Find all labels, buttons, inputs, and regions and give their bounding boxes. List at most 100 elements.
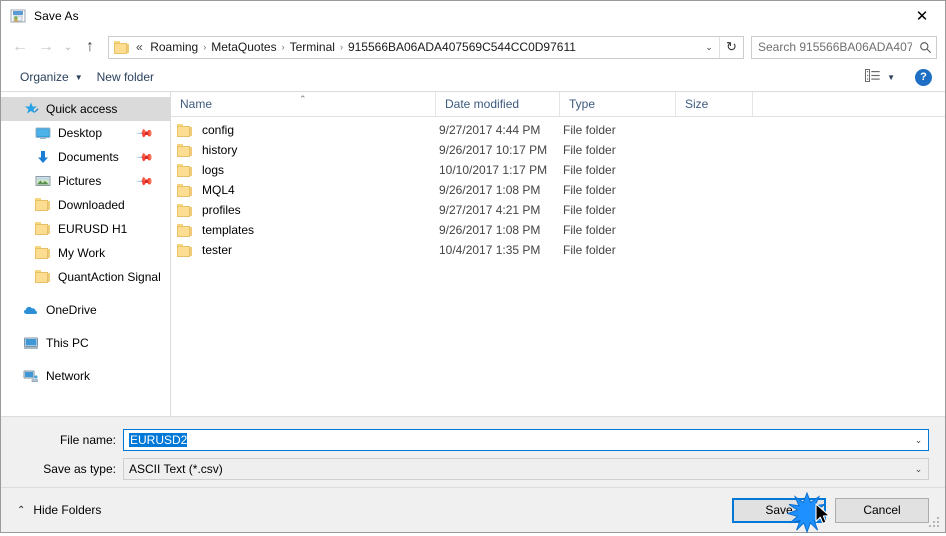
file-name-cell: tester	[171, 243, 436, 257]
new-folder-label: New folder	[96, 70, 154, 84]
command-bar-right: ▼ ?	[859, 66, 937, 88]
sidebar-item-onedrive[interactable]: OneDrive	[1, 298, 170, 322]
table-row[interactable]: MQL4 9/26/2017 1:08 PM File folder	[171, 180, 945, 200]
action-bar: ⌃ Hide Folders Save Cancel	[1, 487, 945, 532]
help-button[interactable]: ?	[915, 68, 932, 86]
pin-icon[interactable]: 📌	[136, 148, 155, 166]
pin-icon[interactable]: 📌	[136, 124, 155, 142]
sidebar-item-pictures[interactable]: Pictures 📌	[1, 169, 170, 193]
table-row[interactable]: history 9/26/2017 10:17 PM File folder	[171, 140, 945, 160]
file-name-label: config	[202, 123, 235, 137]
chevron-down-icon[interactable]: ⌄	[909, 464, 928, 475]
back-button[interactable]: ←	[7, 34, 33, 60]
network-icon	[23, 368, 39, 384]
breadcrumb-item-metaquotes[interactable]: MetaQuotes	[207, 40, 280, 54]
sidebar-item-documents[interactable]: Documents 📌	[1, 145, 170, 169]
refresh-icon[interactable]: ↻	[720, 37, 743, 58]
organize-label: Organize	[20, 70, 69, 84]
save-as-type-select[interactable]: ASCII Text (*.csv) ⌄	[123, 458, 929, 480]
folder-icon	[177, 183, 193, 197]
column-header-date-modified[interactable]: Date modified	[436, 92, 560, 116]
sidebar-item-eurusd-h1[interactable]: EURUSD H1	[1, 217, 170, 241]
file-name-label: profiles	[202, 203, 241, 217]
folder-icon	[177, 163, 193, 177]
this-pc-icon	[23, 335, 39, 351]
sidebar-item-network[interactable]: Network	[1, 364, 170, 388]
file-list-pane: ⌃ Name Date modified Type Size config 9/…	[171, 92, 945, 416]
search-icon[interactable]	[914, 37, 936, 57]
address-dropdown-icon[interactable]: ⌄	[699, 37, 719, 58]
type-cell: File folder	[563, 243, 616, 257]
breadcrumb-item-roaming[interactable]: Roaming	[146, 40, 202, 54]
close-icon[interactable]: ✕	[899, 1, 945, 31]
organize-button[interactable]: Organize ▼	[13, 67, 90, 87]
navigation-sidebar: Quick access Desktop 📌 Documents 📌 Pictu…	[1, 92, 171, 416]
save-as-type-row: Save as type: ASCII Text (*.csv) ⌄	[1, 458, 945, 480]
hide-folders-label: Hide Folders	[33, 503, 102, 517]
save-as-type-label: Save as type:	[43, 462, 116, 476]
breadcrumb-overflow[interactable]: «	[134, 40, 146, 54]
type-cell: File folder	[563, 223, 616, 237]
date-modified-cell: 9/26/2017 1:08 PM	[439, 223, 541, 237]
type-cell: File folder	[563, 143, 616, 157]
command-bar: Organize ▼ New folder ▼ ?	[1, 63, 945, 92]
breadcrumb-item-terminal[interactable]: Terminal	[286, 40, 339, 54]
date-modified-cell: 9/26/2017 1:08 PM	[439, 183, 541, 197]
type-cell: File folder	[563, 183, 616, 197]
forward-button[interactable]: →	[33, 34, 59, 60]
sidebar-item-quantaction-signal[interactable]: QuantAction Signal	[1, 265, 170, 289]
folder-icon	[177, 143, 193, 157]
folder-icon	[35, 221, 51, 237]
sidebar-item-my-work[interactable]: My Work	[1, 241, 170, 265]
file-name-cell: templates	[171, 223, 436, 237]
recent-locations-button[interactable]: ⌄	[59, 34, 77, 60]
selected-text: EURUSD2	[129, 433, 188, 447]
file-name-label: history	[202, 143, 238, 157]
column-header-filler	[753, 92, 945, 116]
file-name-label: MQL4	[202, 183, 235, 197]
folder-icon	[177, 243, 193, 257]
address-bar[interactable]: « Roaming › MetaQuotes › Terminal › 9155…	[108, 35, 744, 59]
search-box[interactable]	[751, 35, 937, 59]
file-name-label: templates	[202, 223, 255, 237]
chevron-down-icon[interactable]: ⌄	[909, 435, 928, 446]
file-name-input[interactable]: EURUSD2 ⌄	[123, 429, 929, 451]
sidebar-item-this-pc[interactable]: This PC	[1, 331, 170, 355]
resize-grip[interactable]	[929, 517, 941, 529]
sidebar-item-quick-access[interactable]: Quick access	[1, 97, 170, 121]
sidebar-item-label: Network	[46, 369, 91, 383]
up-button[interactable]: ↑	[77, 34, 103, 60]
folder-icon	[35, 245, 51, 261]
picture-icon	[35, 173, 51, 189]
table-row[interactable]: profiles 9/27/2017 4:21 PM File folder	[171, 200, 945, 220]
save-as-type-value: ASCII Text (*.csv)	[129, 462, 223, 476]
table-row[interactable]: tester 10/4/2017 1:35 PM File folder	[171, 240, 945, 260]
column-header-size[interactable]: Size	[676, 92, 753, 116]
cancel-button[interactable]: Cancel	[835, 497, 929, 523]
type-cell: File folder	[563, 163, 616, 177]
dialog-buttons: Save Cancel	[732, 497, 929, 523]
pin-icon[interactable]: 📌	[136, 172, 155, 190]
column-header-label: Name	[180, 97, 213, 111]
content-area: Quick access Desktop 📌 Documents 📌 Pictu…	[1, 92, 945, 417]
sidebar-item-desktop[interactable]: Desktop 📌	[1, 121, 170, 145]
hide-folders-button[interactable]: ⌃ Hide Folders	[11, 499, 107, 521]
table-row[interactable]: config 9/27/2017 4:44 PM File folder	[171, 120, 945, 140]
column-header-type[interactable]: Type	[560, 92, 676, 116]
list-view-icon	[865, 69, 880, 85]
view-mode-button[interactable]: ▼	[859, 66, 901, 88]
breadcrumb-item-terminal-id[interactable]: 915566BA06ADA407569C544CC0D97611	[344, 40, 580, 54]
sidebar-item-downloaded[interactable]: Downloaded	[1, 193, 170, 217]
search-input[interactable]	[752, 40, 914, 54]
column-headers: ⌃ Name Date modified Type Size	[171, 92, 945, 117]
save-button[interactable]: Save	[732, 497, 826, 523]
column-header-name[interactable]: ⌃ Name	[171, 92, 436, 116]
table-row[interactable]: logs 10/10/2017 1:17 PM File folder	[171, 160, 945, 180]
table-row[interactable]: templates 9/26/2017 1:08 PM File folder	[171, 220, 945, 240]
sidebar-item-label: Pictures	[58, 174, 102, 188]
date-modified-cell: 9/27/2017 4:44 PM	[439, 123, 541, 137]
type-cell: File folder	[563, 203, 616, 217]
new-folder-button[interactable]: New folder	[90, 67, 161, 87]
folder-icon	[177, 203, 193, 217]
